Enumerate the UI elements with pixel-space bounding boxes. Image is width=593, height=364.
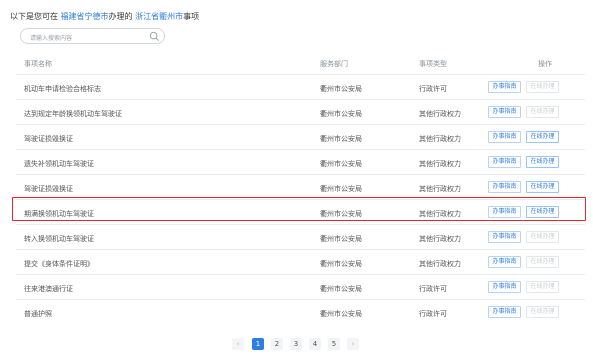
guide-button[interactable]: 办事指南: [488, 281, 521, 293]
item-dept: 衢州市公安局: [320, 235, 362, 243]
guide-button[interactable]: 办事指南: [488, 81, 521, 93]
online-process-button: 在线办理: [526, 306, 559, 318]
table-header: 事项名称 服务部门 事项类型 操作: [0, 52, 593, 74]
table-row: 达到规定年龄换领机动车驾驶证 衢州市公安局 其他行政权力 办事指南 在线办理: [16, 99, 585, 124]
column-header-action: 操作: [538, 60, 552, 68]
table-row: 驾驶证损毁换证 衢州市公安局 其他行政权力 办事指南 在线办理: [16, 124, 585, 149]
pagination: ‹ 1 2 3 4 5 ›: [0, 338, 593, 352]
online-process-button: 在线办理: [526, 106, 559, 118]
table-row: 转入换领机动车驾驶证 衢州市公安局 其他行政权力 办事指南 在线办理: [16, 224, 585, 249]
guide-button[interactable]: 办事指南: [488, 306, 521, 318]
guide-button[interactable]: 办事指南: [488, 131, 521, 143]
column-header-dept: 服务部门: [320, 60, 348, 68]
page-button-3[interactable]: 3: [290, 338, 302, 350]
column-header-name: 事项名称: [24, 60, 52, 68]
item-type: 其他行政权力: [419, 235, 461, 243]
item-type: 行政许可: [419, 310, 447, 318]
table-row: 普通护照 衢州市公安局 行政许可 办事指南 在线办理: [16, 299, 585, 324]
item-name[interactable]: 机动车申请检验合格标志: [24, 84, 101, 94]
table-row: 驾驶证损毁换证 衢州市公安局 其他行政权力 办事指南 在线办理: [16, 174, 585, 199]
item-type: 其他行政权力: [419, 185, 461, 193]
search-placeholder: 请输入搜索内容: [30, 35, 73, 42]
table-row: 往来港澳通行证 衢州市公安局 行政许可 办事指南 在线办理: [16, 274, 585, 299]
item-name[interactable]: 驾驶证损毁换证: [24, 134, 73, 144]
item-dept: 衢州市公安局: [320, 135, 362, 143]
item-name[interactable]: 普通护照: [24, 309, 52, 319]
online-process-button: 在线办理: [526, 281, 559, 293]
heading-prefix: 以下是您可在: [10, 12, 58, 21]
page-button-5[interactable]: 5: [328, 338, 340, 350]
item-name[interactable]: 提交《身体条件证明》: [24, 259, 94, 269]
item-type: 行政许可: [419, 85, 447, 93]
item-name[interactable]: 遗失补领机动车驾驶证: [24, 159, 94, 169]
heading-suffix: 事项: [183, 12, 200, 21]
guide-button[interactable]: 办事指南: [488, 156, 521, 168]
highlight-box: [12, 197, 586, 221]
table-row: 机动车申请检验合格标志 衢州市公安局 行政许可 办事指南 在线办理: [16, 74, 585, 99]
item-dept: 衢州市公安局: [320, 310, 362, 318]
item-dept: 衢州市公安局: [320, 285, 362, 293]
item-type: 其他行政权力: [419, 110, 461, 118]
item-name[interactable]: 转入换领机动车驾驶证: [24, 234, 94, 244]
item-name[interactable]: 往来港澳通行证: [24, 284, 73, 294]
item-type: 其他行政权力: [419, 160, 461, 168]
item-type: 其他行政权力: [419, 260, 461, 268]
guide-button[interactable]: 办事指南: [488, 231, 521, 243]
item-dept: 衢州市公安局: [320, 110, 362, 118]
item-type: 行政许可: [419, 285, 447, 293]
table-row: 遗失补领机动车驾驶证 衢州市公安局 其他行政权力 办事指南 在线办理: [16, 149, 585, 174]
online-process-button: 在线办理: [526, 256, 559, 268]
guide-button[interactable]: 办事指南: [488, 181, 521, 193]
online-process-button[interactable]: 在线办理: [526, 181, 559, 193]
item-dept: 衢州市公安局: [320, 85, 362, 93]
next-page-button[interactable]: ›: [347, 338, 359, 350]
search-input[interactable]: 请输入搜索内容: [20, 28, 165, 44]
item-name[interactable]: 驾驶证损毁换证: [24, 184, 73, 194]
page-button-4[interactable]: 4: [309, 338, 321, 350]
item-dept: 衢州市公安局: [320, 260, 362, 268]
online-process-button[interactable]: 在线办理: [526, 156, 559, 168]
online-process-button: 在线办理: [526, 81, 559, 93]
search-icon[interactable]: [149, 31, 160, 42]
item-type: 其他行政权力: [419, 135, 461, 143]
table-row: 提交《身体条件证明》 衢州市公安局 其他行政权力 办事指南 在线办理: [16, 249, 585, 274]
item-dept: 衢州市公安局: [320, 160, 362, 168]
item-dept: 衢州市公安局: [320, 185, 362, 193]
online-process-button[interactable]: 在线办理: [526, 131, 559, 143]
guide-button[interactable]: 办事指南: [488, 106, 521, 118]
heading-middle: 办理的: [108, 12, 133, 21]
guide-button[interactable]: 办事指南: [488, 256, 521, 268]
page-button-1[interactable]: 1: [252, 338, 264, 350]
column-header-type: 事项类型: [419, 60, 447, 68]
online-process-button: 在线办理: [526, 231, 559, 243]
location-to-link[interactable]: 浙江省衢州市: [135, 12, 183, 21]
page-heading: 以下是您可在 福建省宁德市办理的 浙江省衢州市事项: [10, 11, 199, 22]
location-from-link[interactable]: 福建省宁德市: [61, 12, 109, 21]
page-button-2[interactable]: 2: [271, 338, 283, 350]
prev-page-button[interactable]: ‹: [232, 338, 244, 350]
item-name[interactable]: 达到规定年龄换领机动车驾驶证: [24, 109, 122, 119]
